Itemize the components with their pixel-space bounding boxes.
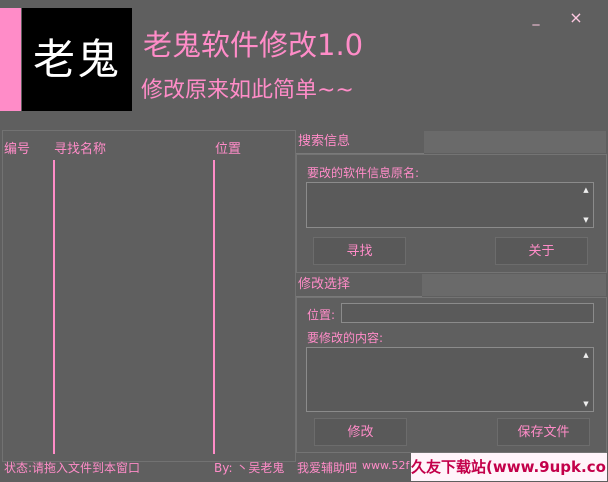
original-name-input[interactable]: ▲ ▼ [306, 182, 594, 228]
column-divider[interactable] [53, 160, 55, 454]
column-header-id[interactable]: 编号 [4, 138, 30, 157]
find-button[interactable]: 寻找 [313, 237, 406, 265]
scroll-down-arrow-icon[interactable]: ▼ [582, 216, 590, 224]
logo: 老鬼 [22, 8, 132, 111]
scroll-up-arrow-icon[interactable]: ▲ [582, 186, 590, 194]
new-content-label: 要修改的内容: [307, 331, 384, 345]
column-divider[interactable] [213, 160, 215, 454]
search-group-tab: 搜索信息 [296, 131, 424, 154]
modify-group-header-strip [422, 274, 606, 296]
result-list[interactable] [2, 130, 296, 462]
about-button[interactable]: 关于 [495, 237, 588, 265]
original-name-label: 要改的软件信息原名: [307, 166, 420, 180]
helper-link[interactable]: 我爱辅助吧 [297, 459, 357, 476]
column-header-name[interactable]: 寻找名称 [54, 138, 106, 157]
watermark: 久友下载站(www.9upk.com) [411, 453, 607, 481]
app-title: 老鬼软件修改1.0 [143, 28, 364, 62]
minimize-button[interactable]: _ [526, 8, 546, 28]
modify-group: 位置: 要修改的内容: ▲ ▼ 修改 保存文件 [296, 297, 607, 453]
position-input[interactable] [341, 303, 594, 323]
app-subtitle: 修改原来如此简单~~ [141, 78, 354, 103]
save-file-button[interactable]: 保存文件 [497, 418, 590, 446]
accent-bar [0, 8, 21, 111]
site-link[interactable]: www.52f [362, 459, 409, 472]
close-button[interactable]: × [566, 8, 586, 28]
search-group-header-strip [424, 131, 606, 153]
scroll-down-arrow-icon[interactable]: ▼ [582, 400, 590, 408]
scroll-up-arrow-icon[interactable]: ▲ [582, 351, 590, 359]
author-text: By: 丶吴老鬼 [214, 461, 285, 475]
modify-group-tab: 修改选择 [296, 274, 422, 297]
new-content-input[interactable]: ▲ ▼ [306, 347, 594, 412]
search-group-title: 搜索信息 [298, 134, 351, 149]
search-group: 要改的软件信息原名: ▲ ▼ 寻找 关于 [296, 154, 607, 273]
status-text: 状态:请拖入文件到本窗口 [4, 461, 141, 475]
position-label: 位置: [307, 308, 336, 322]
modify-button[interactable]: 修改 [314, 418, 407, 446]
column-header-position[interactable]: 位置 [215, 138, 241, 157]
modify-group-title: 修改选择 [298, 277, 351, 292]
